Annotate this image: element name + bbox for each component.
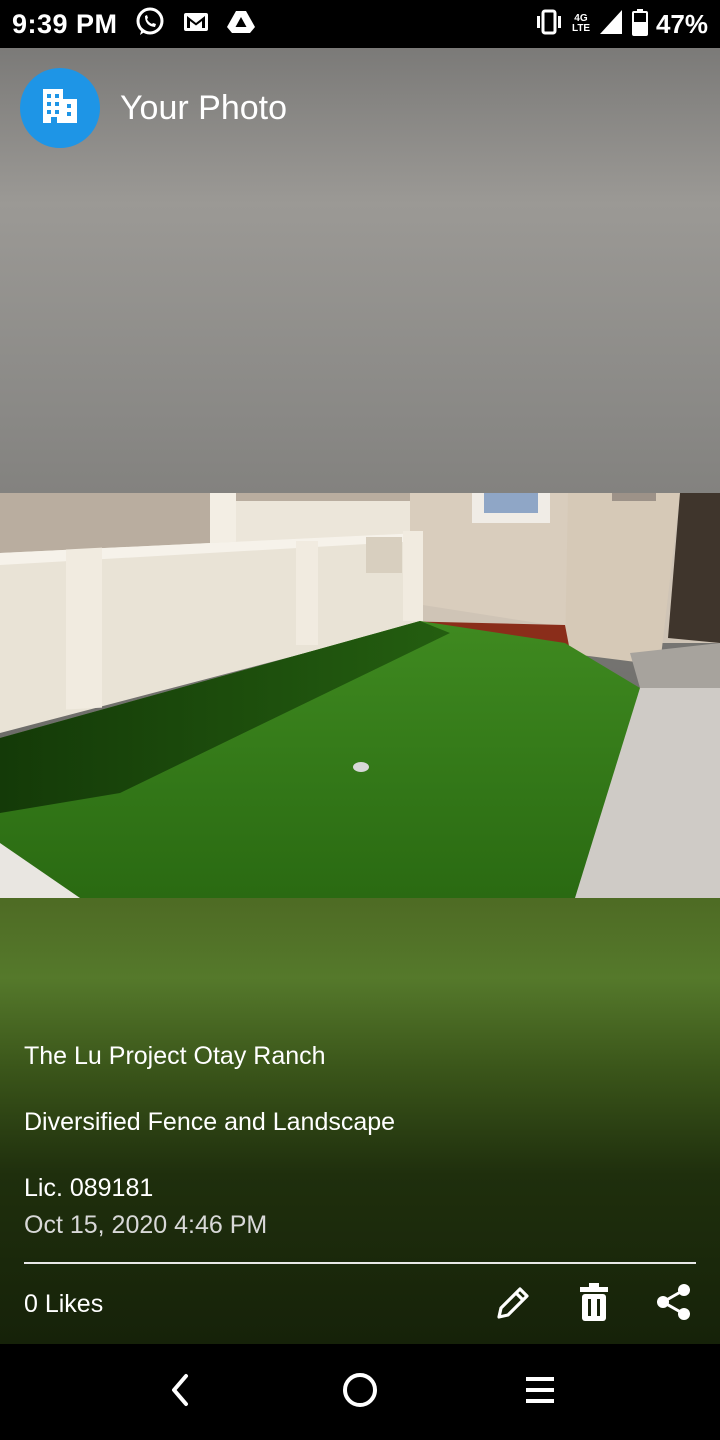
delete-button[interactable]	[574, 1282, 614, 1326]
home-button[interactable]	[270, 1344, 450, 1440]
status-bar: 9:39 PM 4G LTE 47%	[0, 0, 720, 48]
back-button[interactable]	[90, 1344, 270, 1440]
caption-line-3: Lic. 089181	[24, 1174, 154, 1202]
caption-line-1: The Lu Project Otay Ranch	[24, 1042, 326, 1070]
delete-icon	[579, 1282, 609, 1327]
avatar[interactable]	[20, 68, 100, 148]
photo-timestamp: Oct 15, 2020 4:46 PM	[24, 1211, 268, 1239]
whatsapp-icon	[134, 6, 166, 43]
drive-icon	[226, 9, 256, 40]
signal-icon	[598, 8, 624, 41]
photo-header: Your Photo	[20, 68, 287, 148]
edit-icon	[495, 1283, 533, 1326]
network-label: 4G LTE	[571, 13, 591, 34]
share-icon	[656, 1283, 692, 1326]
divider	[24, 1262, 696, 1264]
system-nav-bar	[0, 1344, 720, 1440]
edit-button[interactable]	[494, 1282, 534, 1326]
page-title: Your Photo	[120, 88, 287, 127]
caption-line-2: Diversified Fence and Landscape	[24, 1108, 396, 1136]
menu-button[interactable]	[450, 1344, 630, 1440]
likes-count[interactable]: 0 Likes	[24, 1290, 103, 1319]
share-button[interactable]	[654, 1282, 694, 1326]
battery-percentage: 47%	[655, 8, 708, 39]
menu-icon	[523, 1373, 557, 1412]
vibrate-icon	[534, 9, 564, 40]
status-time: 9:39 PM	[12, 8, 118, 39]
photo-viewer[interactable]: Your Photo The Lu Project Otay Ranch Div…	[0, 48, 720, 1344]
building-icon	[40, 87, 80, 130]
photo-actions	[494, 1282, 694, 1326]
home-icon	[341, 1371, 379, 1414]
back-icon	[168, 1372, 192, 1413]
battery-icon	[631, 8, 648, 41]
photo-image[interactable]	[0, 493, 720, 898]
gmail-icon	[182, 10, 210, 39]
